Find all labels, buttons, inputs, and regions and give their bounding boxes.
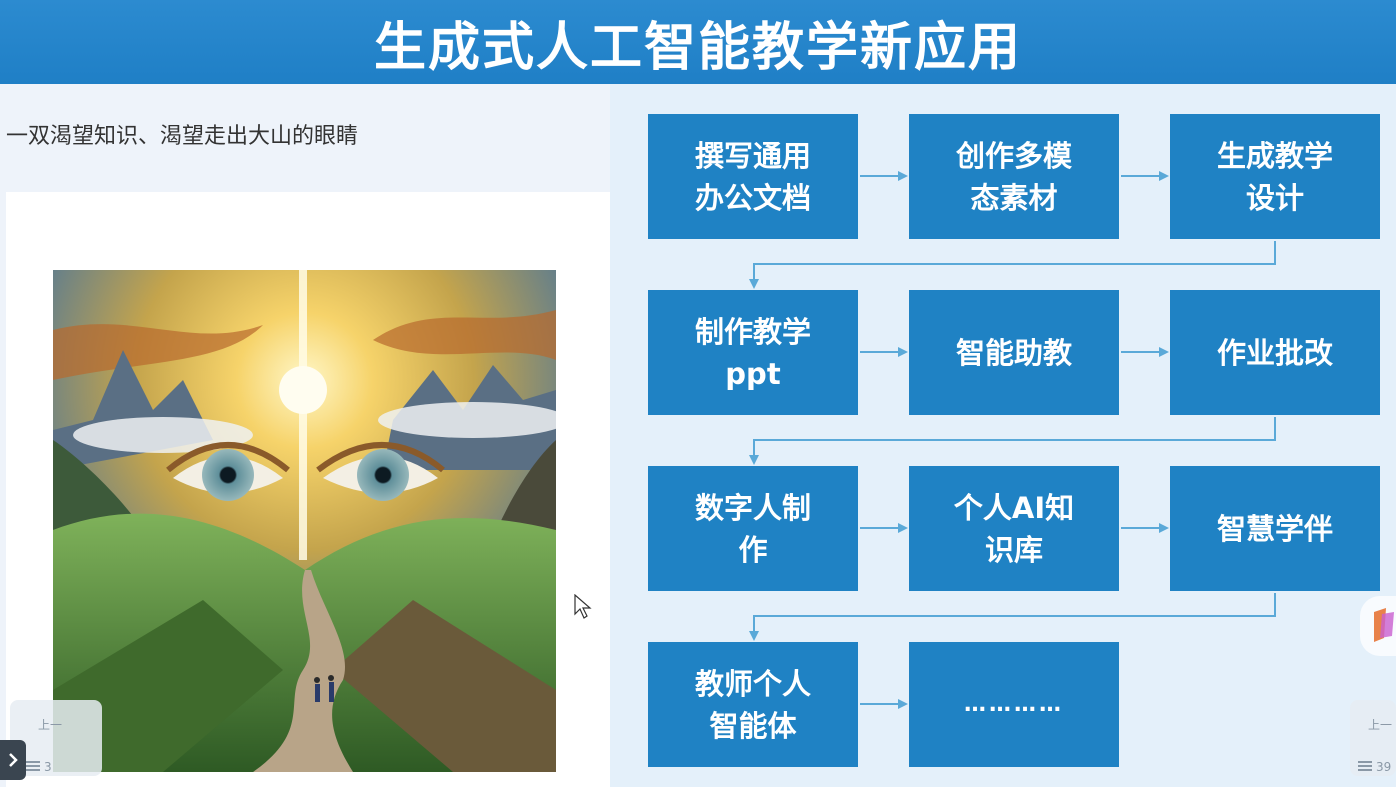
image-caption: 一双渴望知识、渴望走出大山的眼睛: [6, 124, 359, 149]
step-box: 教师个人 智能体: [648, 642, 858, 767]
page-indicator-right: 39: [1376, 760, 1392, 774]
slide-title: 生成式人工智能教学新应用: [373, 17, 1022, 78]
step-box: 创作多模 态素材: [909, 114, 1119, 239]
step-box-more: …………: [909, 642, 1119, 767]
step-box: 作业批改: [1170, 290, 1380, 415]
mountain-eyes-image: [53, 270, 556, 772]
step-box: 生成教学 设计: [1170, 114, 1380, 239]
mouse-pointer-icon: [574, 594, 592, 619]
step-box: 数字人制作: [648, 466, 858, 591]
page-indicator: 3: [44, 760, 52, 774]
step-box: 撰写通用 办公文档: [648, 114, 858, 239]
previous-label-right: 上一: [1368, 718, 1393, 732]
illustration: [53, 270, 556, 772]
chevron-right-icon[interactable]: [0, 740, 26, 780]
app-logo-icon: [1374, 608, 1394, 642]
menu-icon[interactable]: [26, 760, 40, 772]
slide: 生成式人工智能教学新应用 一双渴望知识、渴望走出大山的眼睛 撰写通用 办公文档 …: [0, 0, 1396, 787]
menu-icon-right[interactable]: [1358, 760, 1372, 772]
step-box: 个人AI知 识库: [909, 466, 1119, 591]
floating-tool-widget[interactable]: [1360, 596, 1396, 656]
previous-label: 上一: [38, 718, 63, 732]
step-box: 智能助教: [909, 290, 1119, 415]
step-box: 智慧学伴: [1170, 466, 1380, 591]
step-box: 制作教学 ppt: [648, 290, 858, 415]
title-bar: 生成式人工智能教学新应用: [0, 0, 1396, 84]
